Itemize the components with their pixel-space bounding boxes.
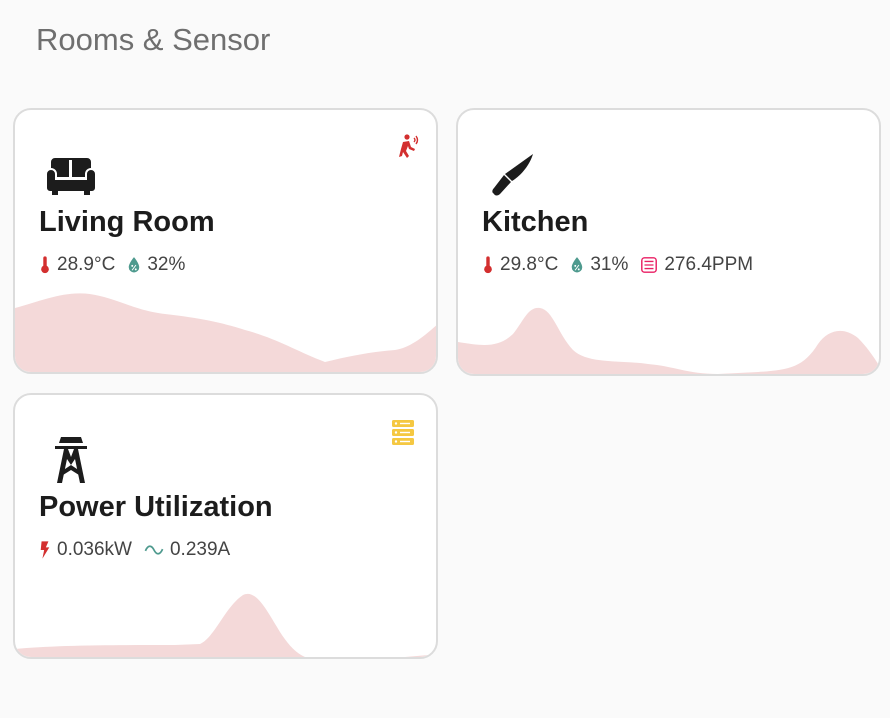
temperature-sensor[interactable]: 29.8°C [482,254,558,276]
humidity-value: 32% [147,254,186,275]
history-graph [458,307,879,374]
humidity-value: 31% [590,254,629,275]
motion-sensor-icon [399,134,419,158]
section-title: Rooms & Sensor [36,22,271,57]
sofa-icon [47,158,95,195]
temperature-value: 28.9°C [57,254,116,275]
air-quality-sensor[interactable]: 276.4PPM [640,254,753,276]
sensor-row: 0.036kW 0.239A [39,539,242,561]
card-kitchen[interactable]: Kitchen 29.8°C 31% 276.4PPM [456,108,881,376]
current-sensor[interactable]: 0.239A [144,539,230,561]
humidity-sensor[interactable]: 31% [570,254,628,276]
temperature-sensor[interactable]: 28.9°C [39,254,115,276]
current-value: 0.239A [169,539,231,560]
water-percent-icon [572,257,583,273]
power-sensor[interactable]: 0.036kW [39,539,132,561]
water-percent-icon [129,257,140,273]
sensor-row: 28.9°C 32% [39,254,197,276]
card-power-utilization[interactable]: Power Utilization 0.036kW 0.239A [13,393,438,659]
card-living-room[interactable]: Living Room 28.9°C 32% [13,108,438,374]
transmission-tower-icon [55,437,87,483]
temperature-value: 29.8°C [500,254,559,275]
history-graph [15,293,436,372]
air-filter-icon [641,257,658,273]
power-value: 0.036kW [57,539,132,560]
server-icon [392,420,414,445]
current-ac-icon [144,545,164,555]
room-name: Power Utilization [39,491,273,523]
sensor-row: 29.8°C 31% 276.4PPM [482,254,765,276]
history-graph [15,593,436,657]
flash-icon [40,541,50,559]
air-quality-value: 276.4PPM [664,254,754,275]
room-name: Living Room [39,206,215,238]
thermometer-icon [484,256,492,274]
room-name: Kitchen [482,206,589,238]
humidity-sensor[interactable]: 32% [127,254,185,276]
dashboard-page: Rooms & Sensor Living Room 28.9°C 32% Ki… [0,0,890,718]
thermometer-icon [41,256,49,274]
knife-icon [492,154,533,196]
